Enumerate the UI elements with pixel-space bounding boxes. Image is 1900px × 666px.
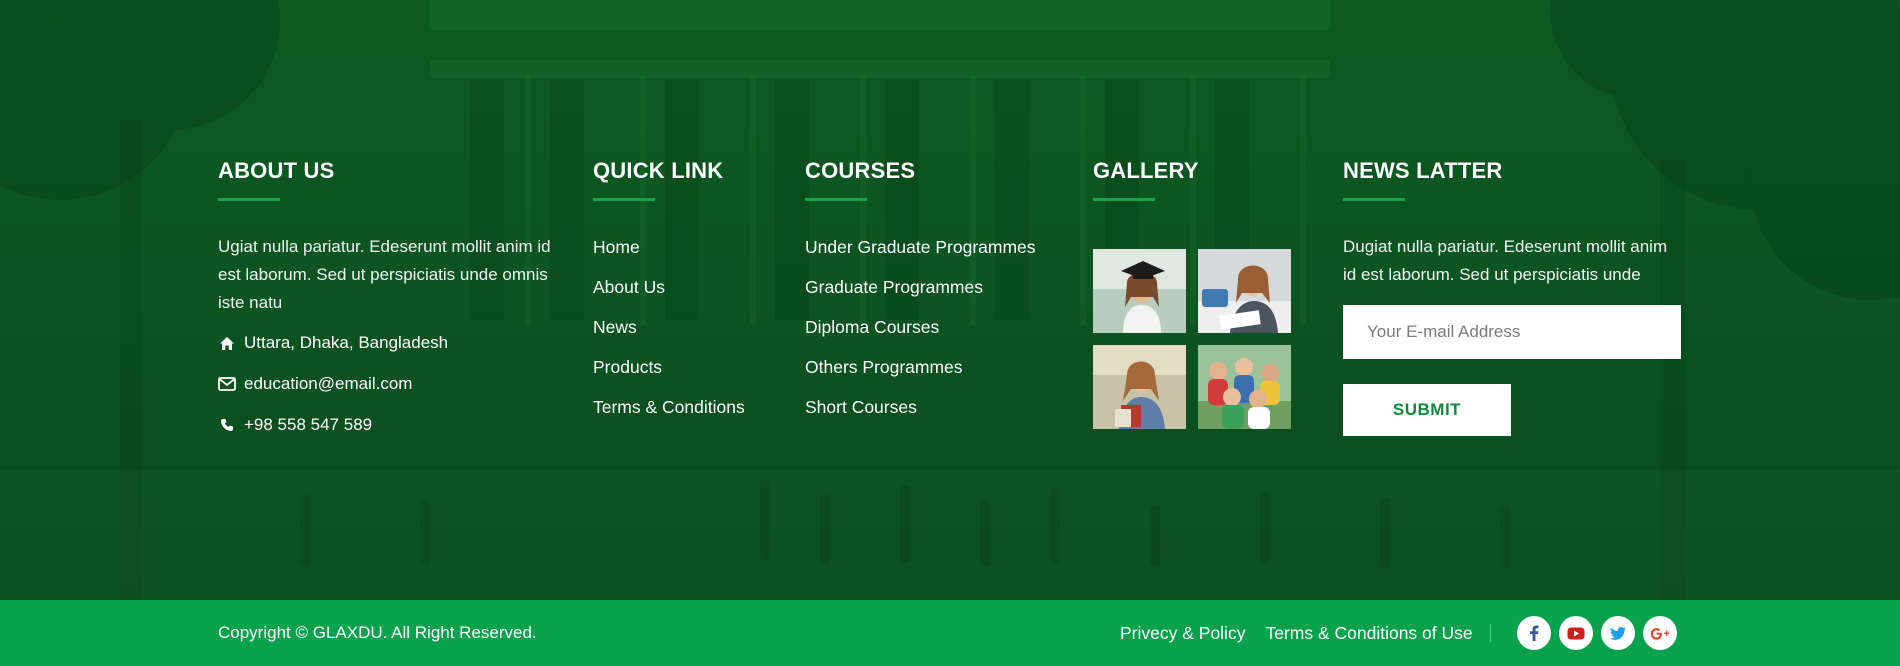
heading-underline bbox=[805, 198, 867, 201]
gallery-thumb-group[interactable] bbox=[1198, 345, 1291, 429]
terms-of-use-link[interactable]: Terms & Conditions of Use bbox=[1265, 623, 1472, 644]
address-text: Uttara, Dhaka, Bangladesh bbox=[244, 333, 449, 352]
newsletter-text: Dugiat nulla pariatur. Edeserunt mollit … bbox=[1343, 237, 1668, 284]
gallery-grid bbox=[1093, 249, 1303, 429]
quick-link-column: QUICK LINK Home About Us News Products T… bbox=[593, 156, 773, 419]
gallery-heading: GALLERY bbox=[1093, 158, 1199, 183]
bottom-divider bbox=[1490, 624, 1491, 642]
facebook-icon[interactable] bbox=[1517, 616, 1551, 650]
newsletter-heading: NEWS LATTER bbox=[1343, 158, 1503, 183]
heading-underline bbox=[1343, 198, 1405, 201]
quick-link-list: Home About Us News Products Terms & Cond… bbox=[593, 235, 773, 419]
gallery-thumb-graduate[interactable] bbox=[1093, 249, 1186, 333]
heading-underline bbox=[593, 198, 655, 201]
course-link-graduate[interactable]: Graduate Programmes bbox=[805, 277, 983, 297]
course-link-short[interactable]: Short Courses bbox=[805, 397, 917, 417]
courses-list: Under Graduate Programmes Graduate Progr… bbox=[805, 235, 1055, 419]
gallery-thumb-studying[interactable] bbox=[1198, 249, 1291, 333]
course-link-diploma[interactable]: Diploma Courses bbox=[805, 317, 939, 337]
about-text: Ugiat nulla pariatur. Edeserunt mollit a… bbox=[218, 237, 551, 312]
about-column: ABOUT US Ugiat nulla pariatur. Edeserunt… bbox=[218, 156, 558, 437]
footer-content: ABOUT US Ugiat nulla pariatur. Edeserunt… bbox=[218, 0, 1682, 600]
envelope-icon bbox=[218, 375, 236, 393]
quick-link-about-us[interactable]: About Us bbox=[593, 277, 665, 297]
phone-text: +98 558 547 589 bbox=[244, 415, 373, 434]
privacy-policy-link[interactable]: Privecy & Policy bbox=[1120, 623, 1245, 644]
quick-link-news[interactable]: News bbox=[593, 317, 637, 337]
courses-heading: COURSES bbox=[805, 158, 916, 183]
home-icon bbox=[218, 334, 236, 352]
email-row: education@email.com bbox=[218, 372, 558, 396]
google-plus-icon[interactable] bbox=[1643, 616, 1677, 650]
email-link[interactable]: education@email.com bbox=[244, 374, 412, 394]
newsletter-column: NEWS LATTER Dugiat nulla pariatur. Edese… bbox=[1343, 156, 1683, 436]
newsletter-email-input[interactable] bbox=[1343, 305, 1681, 359]
quick-link-products[interactable]: Products bbox=[593, 357, 662, 377]
about-heading: ABOUT US bbox=[218, 158, 335, 183]
newsletter-submit-button[interactable]: SUBMIT bbox=[1343, 384, 1511, 436]
site-footer: ABOUT US Ugiat nulla pariatur. Edeserunt… bbox=[0, 0, 1900, 666]
course-link-under-graduate[interactable]: Under Graduate Programmes bbox=[805, 237, 1036, 257]
footer-bottom-bar: Copyright © GLAXDU. All Right Reserved. … bbox=[0, 600, 1900, 666]
address-row: Uttara, Dhaka, Bangladesh bbox=[218, 331, 558, 355]
heading-underline bbox=[1093, 198, 1155, 201]
phone-icon bbox=[218, 416, 236, 434]
course-link-others[interactable]: Others Programmes bbox=[805, 357, 963, 377]
quick-link-heading: QUICK LINK bbox=[593, 158, 724, 183]
quick-link-home[interactable]: Home bbox=[593, 237, 640, 257]
quick-link-terms[interactable]: Terms & Conditions bbox=[593, 397, 745, 417]
youtube-icon[interactable] bbox=[1559, 616, 1593, 650]
courses-column: COURSES Under Graduate Programmes Gradua… bbox=[805, 156, 1055, 419]
phone-row: +98 558 547 589 bbox=[218, 413, 558, 437]
bottom-links: Privecy & Policy Terms & Conditions of U… bbox=[1120, 600, 1473, 666]
copyright-text: Copyright © GLAXDU. All Right Reserved. bbox=[218, 623, 537, 642]
gallery-thumb-books[interactable] bbox=[1093, 345, 1186, 429]
twitter-icon[interactable] bbox=[1601, 616, 1635, 650]
gallery-column: GALLERY bbox=[1093, 156, 1303, 429]
social-links bbox=[1517, 616, 1677, 650]
heading-underline bbox=[218, 198, 280, 201]
